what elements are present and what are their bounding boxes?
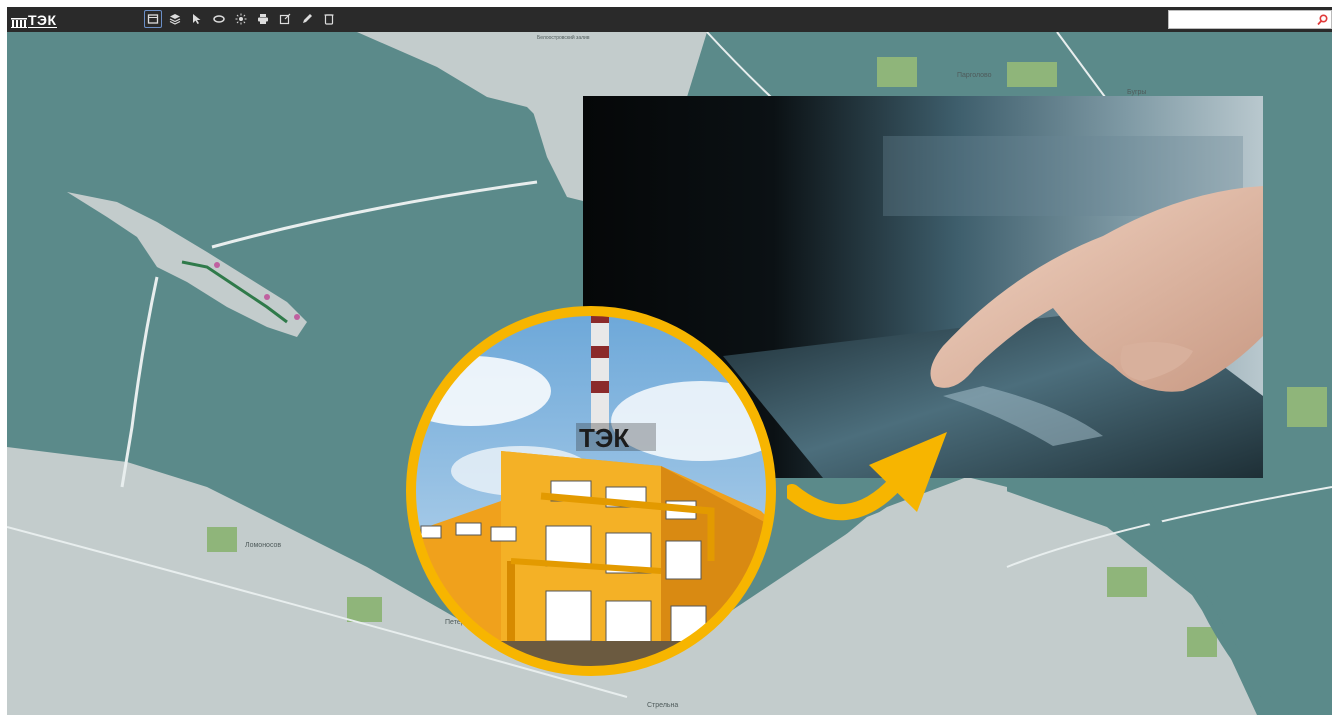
measure-button[interactable] <box>210 10 228 28</box>
map-label-strelna: Стрельна <box>647 702 679 709</box>
power-plant-photo: ТЭК <box>406 306 776 676</box>
search-box <box>1168 10 1332 29</box>
top-toolbar: ТЭК <box>7 7 1332 32</box>
building-sign: ТЭК <box>579 423 629 453</box>
logo: ТЭК <box>11 10 57 28</box>
map-label-bugry: Бугры <box>1127 89 1147 96</box>
search-icon[interactable] <box>1316 13 1329 26</box>
map-viewport[interactable]: Парголово Бугры Ломоносов Петерг Стрельн… <box>7 7 1332 715</box>
external-link-icon <box>279 13 291 25</box>
pencil-icon <box>303 14 312 23</box>
export-button[interactable] <box>276 10 294 28</box>
ruler-icon <box>213 15 225 23</box>
map-label-pargolovo: Парголово <box>957 72 992 79</box>
layers-icon <box>169 14 181 25</box>
settings-button[interactable] <box>232 10 250 28</box>
map-label-reservoir: Белоостровский залив <box>537 35 590 41</box>
select-button[interactable] <box>188 10 206 28</box>
map-view-icon <box>147 14 159 24</box>
draw-button[interactable] <box>298 10 316 28</box>
trash-icon <box>324 14 334 25</box>
search-input[interactable] <box>1169 12 1315 27</box>
delete-button[interactable] <box>320 10 338 28</box>
cursor-icon <box>193 14 201 24</box>
map-view-button[interactable] <box>144 10 162 28</box>
logo-text: ТЭК <box>28 12 57 28</box>
print-button[interactable] <box>254 10 272 28</box>
toolbar-tools <box>144 10 338 28</box>
arrow-icon <box>787 432 947 521</box>
sun-icon <box>235 13 247 25</box>
printer-icon <box>258 14 268 24</box>
building-logo-icon <box>11 18 27 28</box>
layers-button[interactable] <box>166 10 184 28</box>
map-label-lomonosov: Ломоносов <box>245 542 282 549</box>
